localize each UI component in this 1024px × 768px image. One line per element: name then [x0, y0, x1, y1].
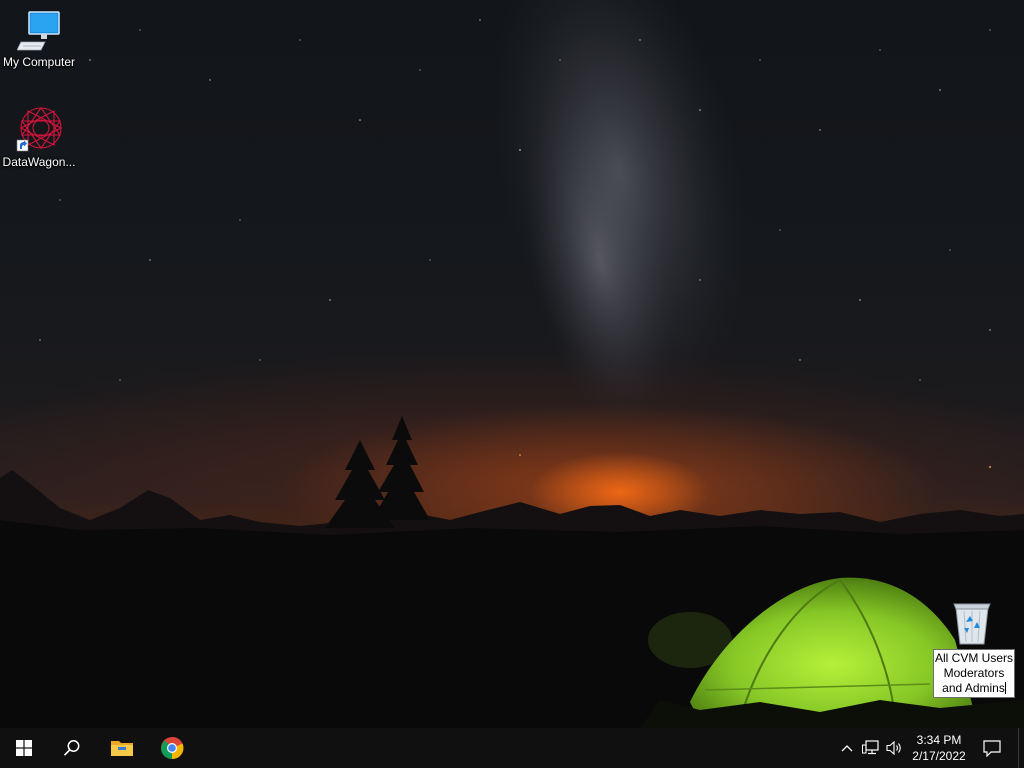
desktop-icon-my-computer[interactable]: My Computer — [0, 8, 78, 70]
network-icon — [862, 740, 879, 755]
desktop-icon-label: DataWagon... — [2, 155, 76, 169]
rename-text: All CVM Users Moderators and Admins — [935, 651, 1014, 695]
taskbar-file-explorer[interactable] — [98, 728, 146, 768]
recycle-bin-icon — [953, 603, 991, 645]
windows-logo-icon — [16, 740, 32, 756]
volume-button[interactable] — [884, 728, 906, 768]
chrome-icon — [161, 736, 184, 760]
action-center-button[interactable] — [974, 728, 1010, 768]
folder-icon — [111, 741, 133, 756]
text-caret — [1004, 682, 1006, 694]
show-desktop-button[interactable] — [1018, 728, 1024, 768]
desktop[interactable]: My Computer DataWagon... All CVM Users M… — [0, 0, 1024, 728]
speaker-icon — [886, 740, 901, 756]
taskbar: 3:34 PM 2/17/2022 — [0, 728, 1024, 768]
clock-date: 2/17/2022 — [912, 749, 966, 763]
datawagon-shortcut-icon — [16, 107, 62, 152]
start-button[interactable] — [0, 728, 48, 768]
wallpaper-image — [0, 0, 1024, 728]
pine-trees — [325, 416, 430, 528]
search-icon — [63, 740, 80, 756]
desktop-icon-datawagon[interactable]: DataWagon... — [0, 106, 78, 170]
clock[interactable]: 3:34 PM 2/17/2022 — [906, 728, 972, 768]
notification-icon — [983, 739, 1001, 757]
desktop-icon-recycle-bin[interactable]: All CVM Users Moderators and Admins — [933, 600, 1015, 698]
clock-time: 3:34 PM — [916, 733, 962, 747]
search-button[interactable] — [48, 728, 96, 768]
chevron-up-icon — [841, 745, 853, 752]
show-hidden-icons-button[interactable] — [838, 728, 856, 768]
taskbar-google-chrome[interactable] — [148, 728, 196, 768]
rename-textbox[interactable]: All CVM Users Moderators and Admins — [933, 649, 1015, 698]
computer-monitor-icon — [17, 11, 60, 51]
desktop-icon-label: My Computer — [2, 55, 76, 69]
network-status-button[interactable] — [860, 728, 882, 768]
